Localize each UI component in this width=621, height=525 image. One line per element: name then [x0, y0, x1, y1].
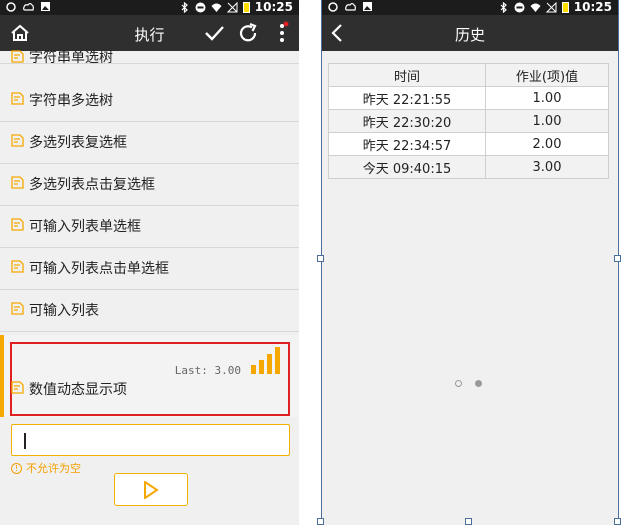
- table-cell-value: 1.00: [485, 86, 609, 110]
- image-icon: [363, 2, 372, 11]
- list-item-label: 多选列表复选框: [29, 135, 127, 151]
- resize-handle[interactable]: [614, 518, 621, 525]
- table-row: 昨天 22:30:20 1.00: [328, 109, 609, 133]
- warning-text: 不允许为空: [26, 462, 81, 475]
- list-item[interactable]: 多选列表复选框: [0, 122, 299, 164]
- document-edit-icon: [11, 302, 24, 315]
- bluetooth-icon: [500, 1, 507, 13]
- app-notification-icon: [6, 2, 16, 12]
- text-caret: [24, 433, 26, 449]
- status-bar: 10:25: [0, 0, 299, 15]
- table-header-row: 时间 作业(项)值: [328, 63, 609, 87]
- page-indicator[interactable]: [455, 380, 482, 387]
- wifi-icon: [211, 3, 222, 12]
- battery-icon: [242, 1, 250, 13]
- history-table: 时间 作业(项)值 昨天 22:21:55 1.00 昨天 22:30:20 1…: [328, 63, 609, 179]
- list-item-label: 多选列表点击复选框: [29, 177, 155, 193]
- play-icon: [144, 481, 159, 499]
- warning-icon: !: [11, 462, 22, 474]
- cloud-icon: [345, 2, 356, 11]
- do-not-disturb-icon: [514, 2, 525, 12]
- history-screen: 10:25 历史 时间 作业(项)值 昨天 22:21:55 1.00 昨天 2…: [321, 0, 619, 525]
- app-bar: 历史: [322, 15, 618, 51]
- last-value: Last: 3.00: [174, 364, 241, 377]
- table-cell-time: 昨天 22:21:55: [328, 86, 486, 110]
- selected-item-label: 数值动态显示项: [29, 382, 127, 398]
- bluetooth-icon: [181, 1, 188, 13]
- status-bar: 10:25: [322, 0, 618, 15]
- list-item-label: 可输入列表单选框: [29, 219, 141, 235]
- list-item-label: 可输入列表: [29, 303, 99, 319]
- image-icon: [41, 2, 50, 11]
- list-item[interactable]: 字符串多选树: [0, 80, 299, 122]
- status-time: 10:25: [573, 0, 612, 14]
- list-item-label: 字符串多选树: [29, 93, 113, 109]
- resize-handle[interactable]: [465, 518, 472, 525]
- column-header-time: 时间: [328, 63, 486, 87]
- document-edit-icon: [11, 92, 24, 105]
- document-edit-icon: [11, 218, 24, 231]
- table-cell-value: 2.00: [485, 132, 609, 156]
- signal-bars-icon: [251, 347, 280, 374]
- list-item[interactable]: 可输入列表单选框: [0, 206, 299, 248]
- list-item[interactable]: 可输入列表: [0, 290, 299, 332]
- resize-handle[interactable]: [317, 255, 324, 262]
- cloud-icon: [23, 2, 34, 11]
- table-row: 昨天 22:34:57 2.00: [328, 132, 609, 156]
- table-row: 昨天 22:21:55 1.00: [328, 86, 609, 110]
- document-edit-icon: [11, 176, 24, 189]
- column-header-value: 作业(项)值: [485, 63, 609, 87]
- list-item[interactable]: 可输入列表点击单选框: [0, 248, 299, 290]
- table-cell-value: 1.00: [485, 109, 609, 133]
- list-item[interactable]: 多选列表点击复选框: [0, 164, 299, 206]
- no-signal-icon: [545, 1, 557, 12]
- page-dot[interactable]: [455, 380, 462, 387]
- resize-handle[interactable]: [614, 255, 621, 262]
- app-notification-icon: [328, 2, 338, 12]
- execute-screen: 10:25 执行 字符串单选树 字符串多选树 多选列表复选框 多选列表点击复选框…: [0, 0, 299, 525]
- status-time: 10:25: [254, 0, 293, 14]
- document-edit-icon: [11, 381, 24, 394]
- validation-warning: ! 不允许为空: [11, 460, 81, 476]
- list-item[interactable]: 字符串单选树: [0, 22, 299, 66]
- resize-handle[interactable]: [317, 518, 324, 525]
- wifi-icon: [530, 3, 541, 12]
- list-item-label: 字符串单选树: [29, 50, 113, 66]
- table-cell-value: 3.00: [485, 155, 609, 179]
- value-input[interactable]: [11, 424, 290, 456]
- battery-icon: [561, 1, 569, 13]
- table-row: 今天 09:40:15 3.00: [328, 155, 609, 179]
- play-button[interactable]: [114, 473, 188, 506]
- list-item-label: 可输入列表点击单选框: [29, 261, 169, 277]
- document-edit-icon: [11, 260, 24, 273]
- page-dot-active[interactable]: [475, 380, 482, 387]
- no-signal-icon: [226, 1, 238, 12]
- document-edit-icon: [11, 134, 24, 147]
- table-cell-time: 昨天 22:30:20: [328, 109, 486, 133]
- table-cell-time: 今天 09:40:15: [328, 155, 486, 179]
- do-not-disturb-icon: [195, 2, 206, 12]
- table-cell-time: 昨天 22:34:57: [328, 132, 486, 156]
- document-edit-icon: [11, 50, 24, 63]
- page-title: 历史: [454, 26, 485, 44]
- selection-indicator: [0, 335, 4, 417]
